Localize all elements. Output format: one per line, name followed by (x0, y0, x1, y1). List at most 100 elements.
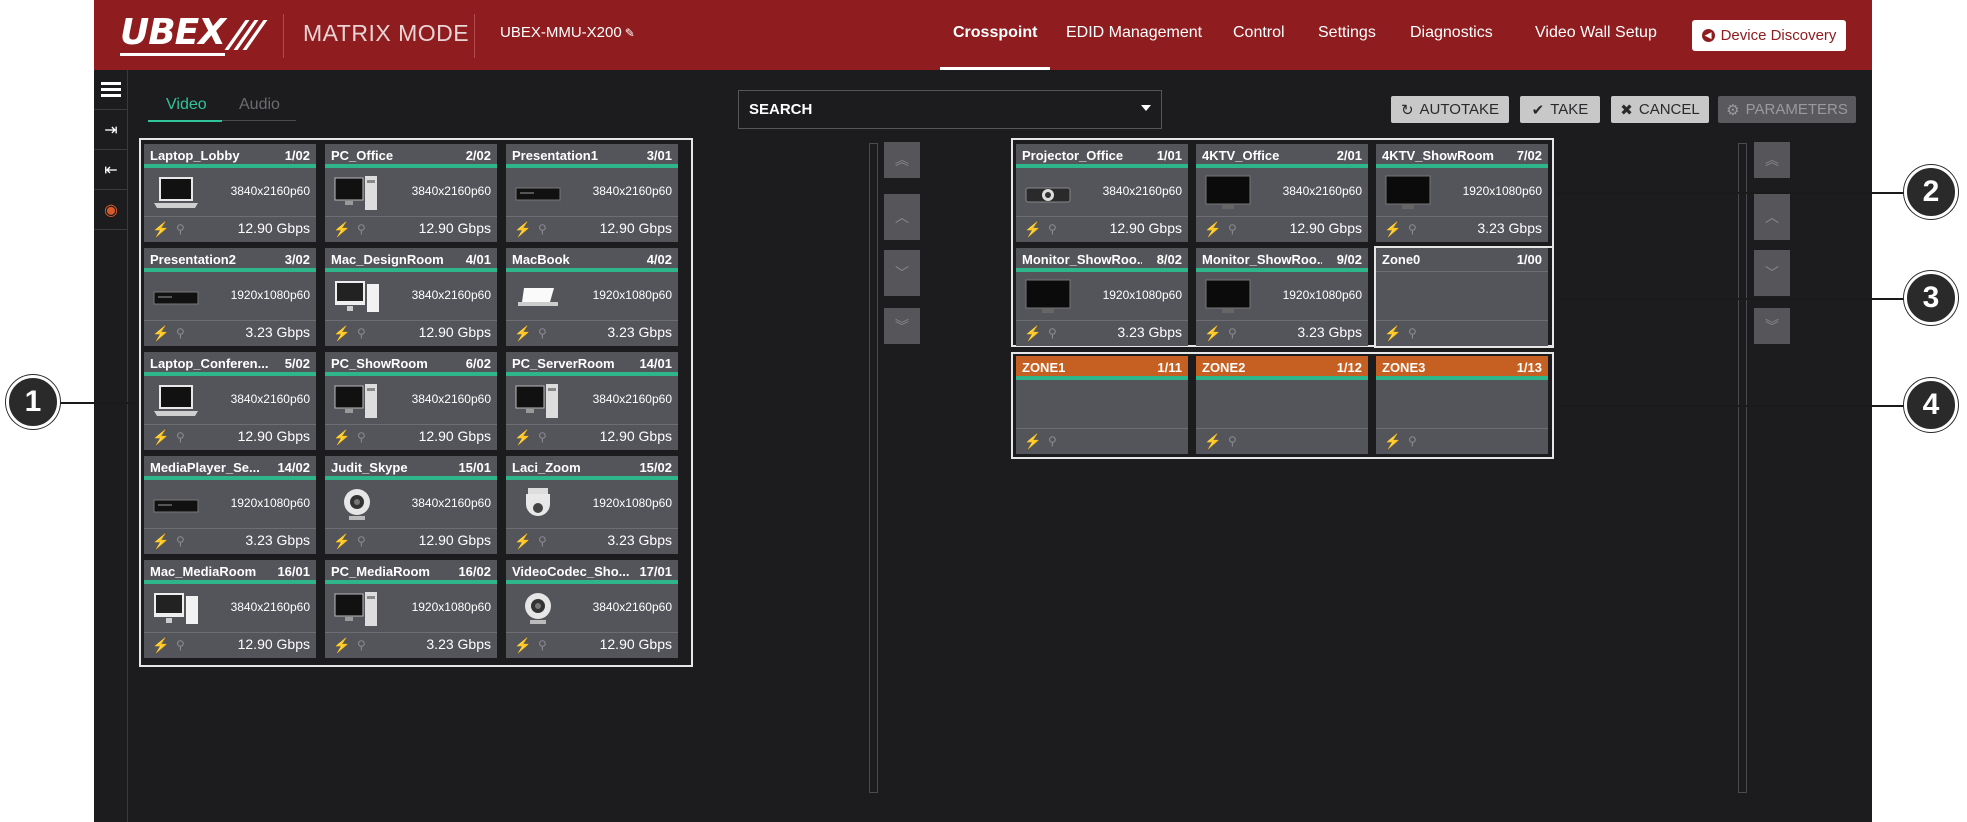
destination-resolution: 1920x1080p60 (1462, 184, 1542, 198)
source-tile[interactable]: Judit_Skype 15/01 3840x2160p60 ⚡ ⚲ 12.90 Gbps (325, 456, 497, 554)
cancel-button[interactable]: ✖ CANCEL (1611, 96, 1709, 123)
destination-scrollbar[interactable] (1738, 143, 1747, 793)
source-tile[interactable]: PC_Office 2/02 3840x2160p60 ⚡ ⚲ 12.90 Gbps (325, 144, 497, 242)
nav-settings[interactable]: Settings (1318, 24, 1376, 42)
source-bandwidth: 12.90 Gbps (599, 428, 672, 444)
source-port: 15/01 (458, 460, 491, 475)
dest-scroll-top-button[interactable]: ︽ (1754, 142, 1790, 178)
source-title-bar: MediaPlayer_Se... 14/02 (144, 456, 316, 480)
login-icon[interactable]: ⇥ (94, 110, 128, 150)
nav-diagnostics[interactable]: Diagnostics (1410, 24, 1493, 42)
parameters-button[interactable]: ⚙ PARAMETERS (1718, 96, 1856, 123)
source-tile[interactable]: PC_ShowRoom 6/02 3840x2160p60 ⚡ ⚲ 12.90 Gbps (325, 352, 497, 450)
source-bandwidth: 3.23 Gbps (426, 636, 491, 652)
tile-divider (506, 424, 678, 425)
device-discovery-button[interactable]: ◀ Device Discovery (1692, 20, 1846, 51)
source-tile[interactable]: MediaPlayer_Se... 14/02 1920x1080p60 ⚡ ⚲ 3.23… (144, 456, 316, 554)
desktop-pc-icon (333, 590, 381, 628)
key-icon: ⚲ (1048, 434, 1057, 448)
source-tile[interactable]: Mac_DesignRoom 4/01 3840x2160p60 ⚡ ⚲ 12.90 Gb… (325, 248, 497, 346)
destination-tile[interactable]: Projector_Office 1/01 3840x2160p60 ⚡ ⚲ 12.90 … (1016, 144, 1188, 242)
source-resolution: 3840x2160p60 (230, 184, 310, 198)
source-resolution: 3840x2160p60 (592, 392, 672, 406)
nav-crosspoint[interactable]: Crosspoint (953, 24, 1037, 42)
source-scrollbar[interactable] (869, 143, 878, 793)
dest-scroll-down-button[interactable]: ﹀ (1754, 250, 1790, 296)
source-port: 3/01 (646, 148, 672, 163)
destination-port: 8/02 (1156, 252, 1182, 267)
source-tile[interactable]: Mac_MediaRoom 16/01 3840x2160p60 ⚡ ⚲ 12.90 Gb… (144, 560, 316, 658)
scroll-bottom-button[interactable]: ︾ (884, 308, 920, 344)
tab-video[interactable]: Video (166, 96, 207, 114)
source-tile[interactable]: Laptop_Conferen... 5/02 3840x2160p60 ⚡ ⚲ 12.9… (144, 352, 316, 450)
plug-icon: ⚡ (1204, 433, 1222, 449)
key-icon: ⚲ (176, 326, 185, 340)
device-name[interactable]: UBEX-MMU-X200 ✎ (500, 24, 635, 41)
zone0-port: 1/00 (1516, 252, 1542, 267)
scroll-top-button[interactable]: ︽ (884, 142, 920, 178)
source-tile[interactable]: Laci_Zoom 15/02 1920x1080p60 ⚡ ⚲ 3.23 Gbps (506, 456, 678, 554)
source-tile[interactable]: Presentation2 3/02 1920x1080p60 ⚡ ⚲ 3.23 Gbps (144, 248, 316, 346)
source-title-bar: PC_ShowRoom 6/02 (325, 352, 497, 376)
search-dropdown[interactable]: SEARCH (738, 90, 1162, 129)
logout-icon[interactable]: ⇤ (94, 150, 128, 190)
destination-name: Projector_Office (1022, 148, 1124, 163)
pencil-icon[interactable]: ✎ (625, 26, 635, 40)
parameters-label: PARAMETERS (1745, 101, 1848, 118)
header-divider (474, 14, 475, 58)
tile-divider (506, 216, 678, 217)
source-tile[interactable]: Presentation1 3/01 3840x2160p60 ⚡ ⚲ 12.90 Gbp… (506, 144, 678, 242)
nav-video-wall-setup[interactable]: Video Wall Setup (1535, 24, 1657, 42)
source-name: Presentation2 (150, 252, 236, 267)
nav-edid-management[interactable]: EDID Management (1066, 24, 1202, 42)
source-tile[interactable]: PC_MediaRoom 16/02 1920x1080p60 ⚡ ⚲ 3.23 Gbps (325, 560, 497, 658)
zone-tile[interactable]: ZONE3 1/13 ⚡ ⚲ (1376, 356, 1548, 454)
key-icon: ⚲ (357, 222, 366, 236)
dest-scroll-bottom-button[interactable]: ︾ (1754, 308, 1790, 344)
source-resolution: 3840x2160p60 (411, 496, 491, 510)
destination-name: Monitor_ShowRoo... (1022, 252, 1142, 267)
destination-tile[interactable]: Monitor_ShowRoo... 9/02 1920x1080p60 ⚡ ⚲ 3.23… (1196, 248, 1368, 346)
ubex-logo[interactable]: UBEX (120, 10, 268, 58)
source-title-bar: Laptop_Conferen... 5/02 (144, 352, 316, 376)
tile-divider (144, 424, 316, 425)
destination-bandwidth: 12.90 Gbps (1289, 220, 1362, 236)
zone-name: ZONE2 (1202, 360, 1246, 375)
source-tile[interactable]: VideoCodec_Sho... 17/01 3840x2160p60 ⚡ ⚲ 12.9… (506, 560, 678, 658)
desktop-pc-icon (333, 382, 381, 420)
zone0-tile[interactable]: Zone0 1/00 ⚡ ⚲ (1376, 248, 1548, 346)
tab-divider (222, 120, 296, 121)
destination-tile[interactable]: 4KTV_ShowRoom 7/02 1920x1080p60 ⚡ ⚲ 3.23 Gbps (1376, 144, 1548, 242)
source-resolution: 1920x1080p60 (411, 600, 491, 614)
device-discovery-label: Device Discovery (1720, 27, 1837, 44)
destination-tile[interactable]: Monitor_ShowRoo... 8/02 1920x1080p60 ⚡ ⚲ 3.23… (1016, 248, 1188, 346)
source-bandwidth: 12.90 Gbps (237, 220, 310, 236)
nav-control[interactable]: Control (1233, 24, 1285, 42)
eye-icon[interactable]: ◉ (94, 190, 128, 230)
source-bandwidth: 12.90 Gbps (418, 428, 491, 444)
tile-divider (1196, 216, 1368, 217)
autotake-button[interactable]: ↻ AUTOTAKE (1391, 96, 1509, 123)
source-tile[interactable]: MacBook 4/02 1920x1080p60 ⚡ ⚲ 3.23 Gbps (506, 248, 678, 346)
source-port: 1/02 (284, 148, 310, 163)
source-tile[interactable]: Laptop_Lobby 1/02 3840x2160p60 ⚡ ⚲ 12.90 Gbps (144, 144, 316, 242)
media-player-icon (152, 486, 200, 524)
scroll-down-button[interactable]: ﹀ (884, 250, 920, 296)
key-icon: ⚲ (1228, 222, 1237, 236)
destination-tile[interactable]: 4KTV_Office 2/01 3840x2160p60 ⚡ ⚲ 12.90 Gbps (1196, 144, 1368, 242)
source-title-bar: MacBook 4/02 (506, 248, 678, 272)
tab-audio[interactable]: Audio (239, 96, 280, 114)
menu-icon[interactable] (94, 70, 128, 110)
source-port: 3/02 (284, 252, 310, 267)
key-icon: ⚲ (1408, 326, 1417, 340)
callout-line (58, 402, 139, 404)
zone-tile[interactable]: ZONE1 1/11 ⚡ ⚲ (1016, 356, 1188, 454)
source-bandwidth: 3.23 Gbps (607, 532, 672, 548)
source-tile[interactable]: PC_ServerRoom 14/01 3840x2160p60 ⚡ ⚲ 12.90 Gb… (506, 352, 678, 450)
plug-icon: ⚡ (152, 533, 170, 549)
scroll-up-button[interactable]: ︿ (884, 194, 920, 240)
take-button[interactable]: ✔ TAKE (1520, 96, 1600, 123)
zone-tile[interactable]: ZONE2 1/12 ⚡ ⚲ (1196, 356, 1368, 454)
source-bandwidth: 12.90 Gbps (599, 636, 672, 652)
dest-scroll-up-button[interactable]: ︿ (1754, 194, 1790, 240)
